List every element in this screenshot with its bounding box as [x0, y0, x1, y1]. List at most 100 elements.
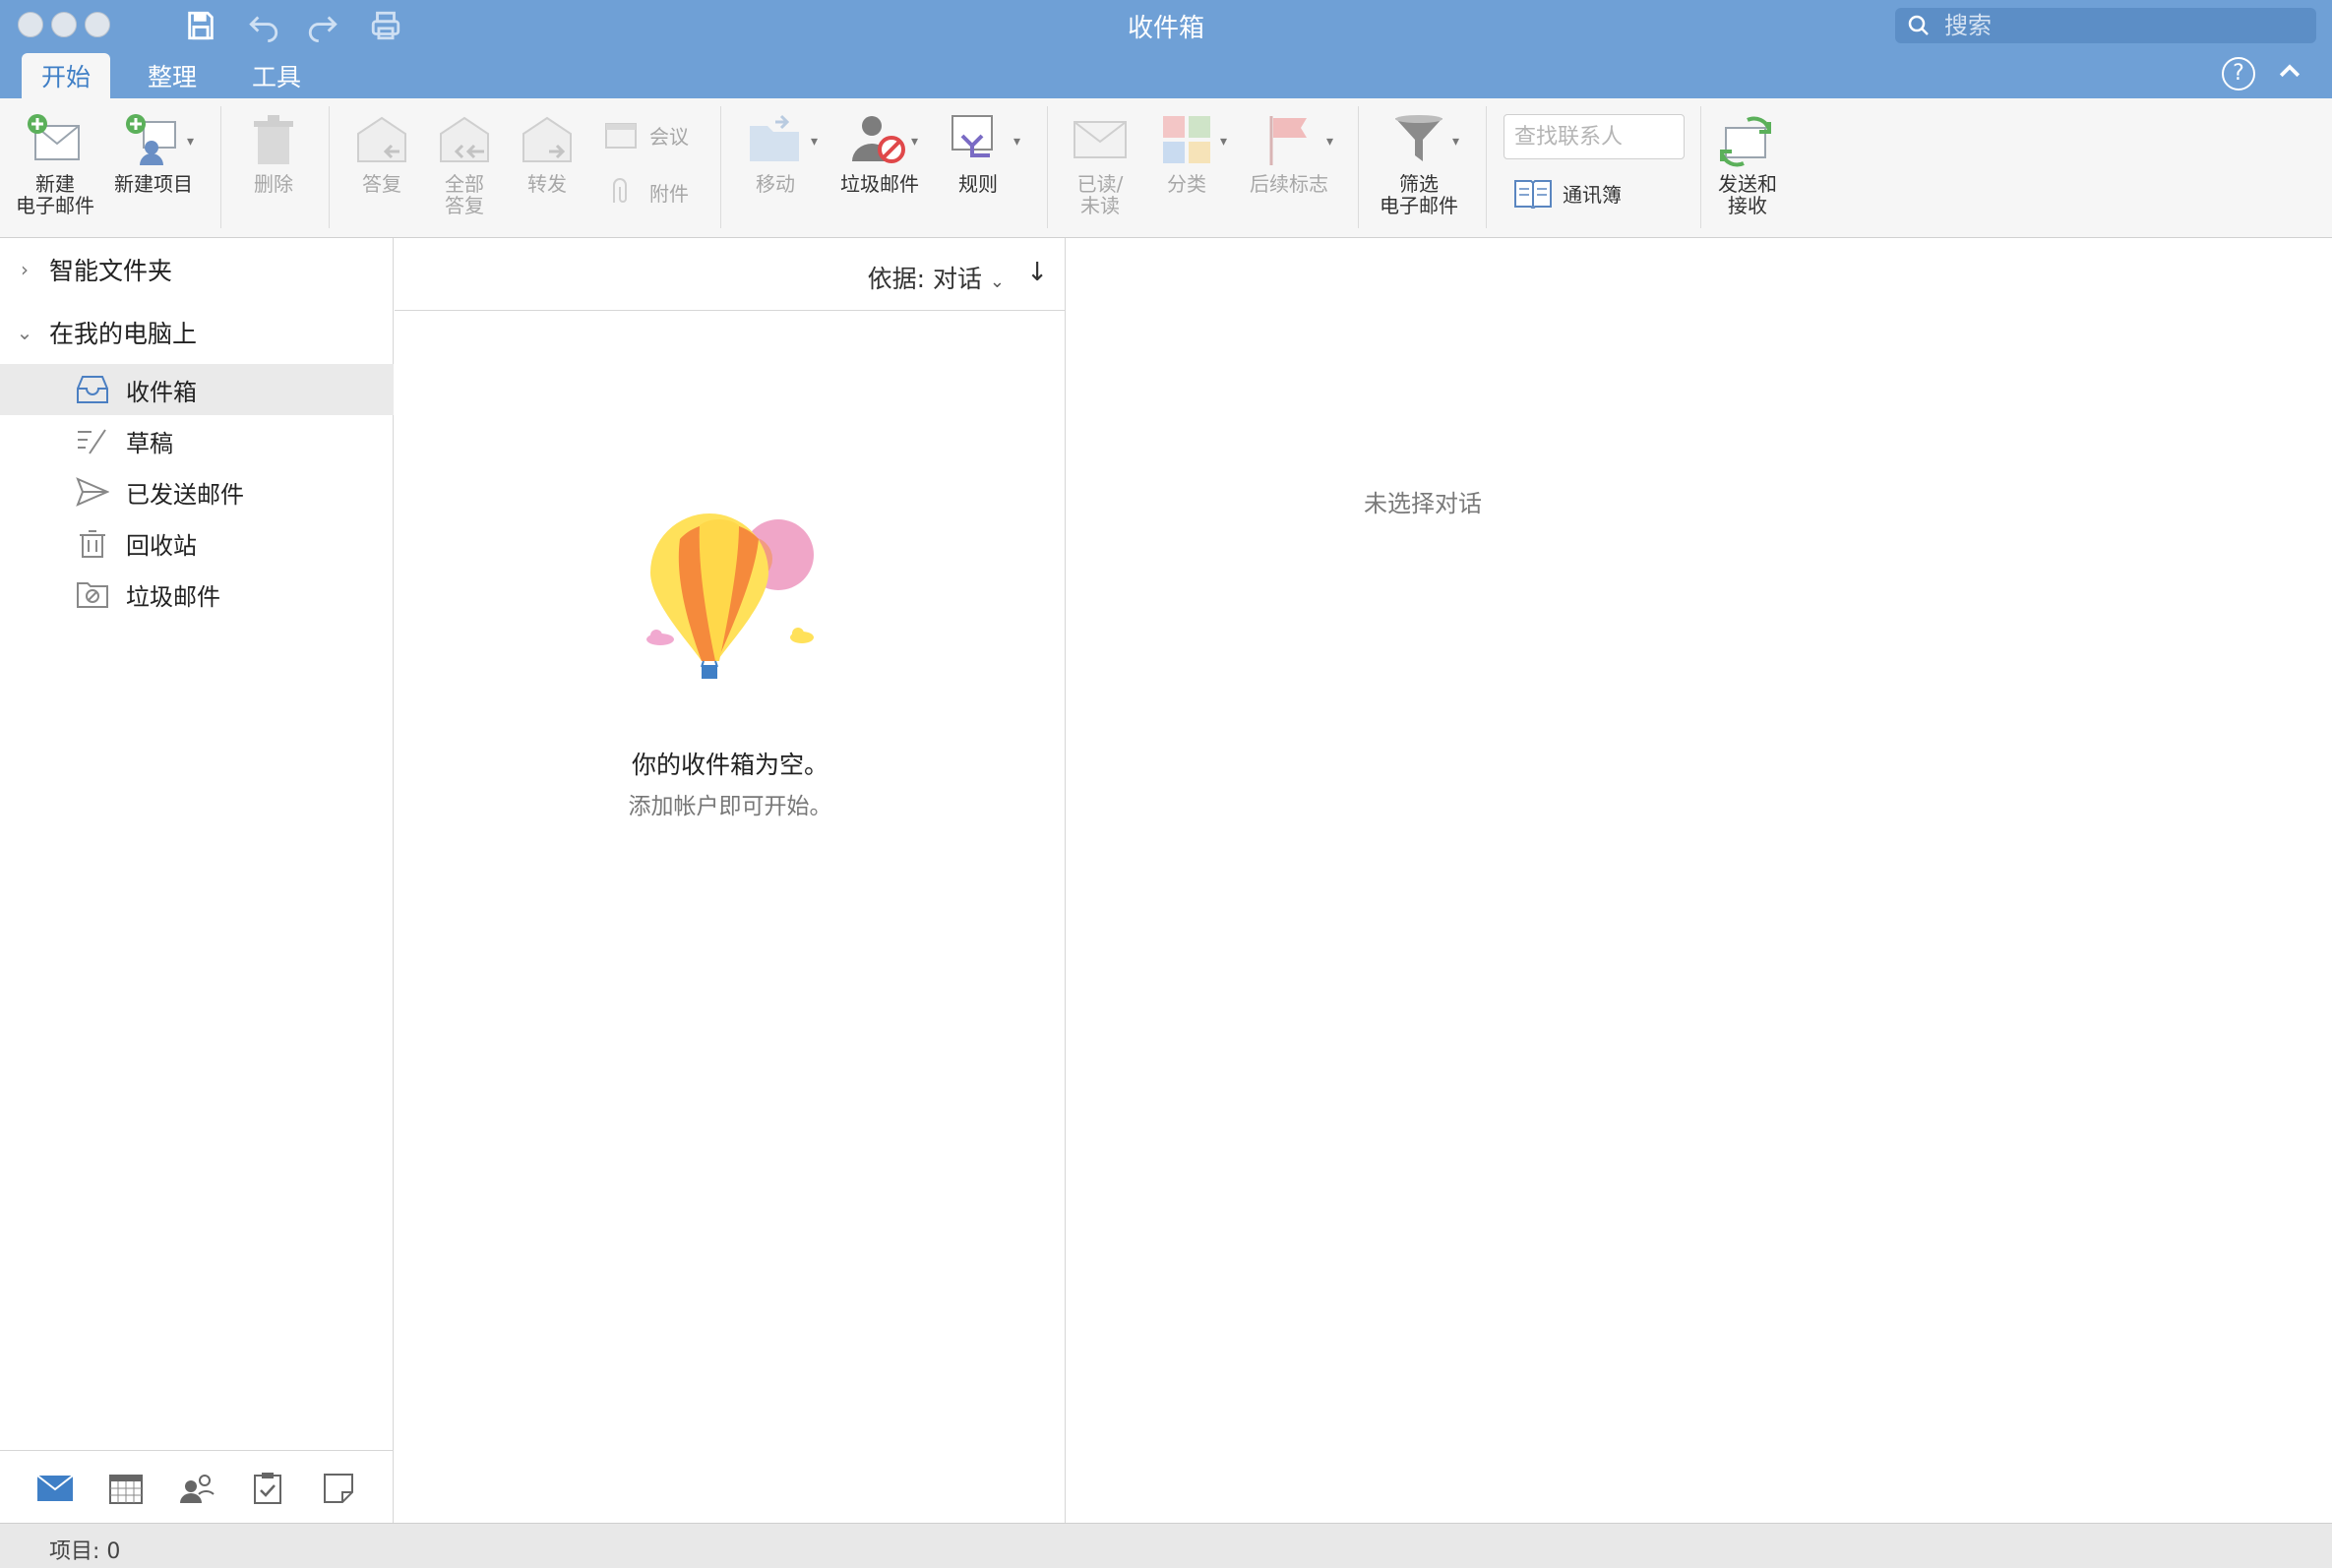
sort-bar: 依据: 对话 ⌄ ↓: [395, 238, 1066, 311]
junk-dropdown-icon[interactable]: ▾: [911, 134, 918, 150]
move-button[interactable]: 移动: [744, 108, 807, 195]
new-item-button[interactable]: 新建项目: [114, 108, 193, 195]
reply-button[interactable]: 答复: [350, 108, 413, 195]
junk-button[interactable]: 垃圾邮件: [840, 108, 919, 195]
reading-pane: 未选择对话: [1067, 238, 2332, 1523]
status-bar: 项目: 0: [0, 1523, 2332, 1568]
tab-organize[interactable]: 整理: [128, 53, 216, 98]
junk-folder-icon: [75, 576, 110, 612]
folder-label: 垃圾邮件: [126, 582, 220, 611]
help-icon[interactable]: ?: [2222, 57, 2255, 90]
mail-module-icon[interactable]: [35, 1469, 75, 1508]
tab-home[interactable]: 开始: [22, 53, 111, 98]
sort-by-dropdown[interactable]: 依据: 对话 ⌄: [868, 260, 1005, 295]
rules-label: 规则: [958, 172, 998, 196]
attachment-button[interactable]: 附件: [604, 177, 689, 207]
meeting-button[interactable]: 会议: [604, 120, 689, 150]
new-item-dropdown-icon[interactable]: ▾: [187, 134, 194, 150]
folder-label: 回收站: [126, 531, 197, 560]
delete-button[interactable]: 删除: [242, 108, 305, 195]
reply-all-icon: [433, 108, 496, 171]
send-receive-button[interactable]: 发送和 接收: [1716, 108, 1779, 216]
folder-sent[interactable]: 已发送邮件: [0, 466, 394, 517]
sort-direction-button[interactable]: ↓: [1026, 258, 1048, 287]
filter-icon: [1387, 108, 1450, 171]
ribbon-divider: [1358, 106, 1359, 228]
sent-icon: [75, 474, 110, 510]
new-email-button[interactable]: 新建 电子邮件: [16, 108, 94, 216]
categorize-label: 分类: [1167, 172, 1206, 196]
follow-up-button[interactable]: 后续标志: [1250, 108, 1328, 195]
trash-icon: [75, 525, 110, 561]
flag-icon: [1258, 108, 1320, 171]
meeting-label: 会议: [649, 124, 689, 149]
ribbon-divider: [720, 106, 721, 228]
empty-inbox-subtitle: 添加帐户即可开始。: [628, 794, 832, 819]
ribbon-divider: [329, 106, 330, 228]
folder-label: 收件箱: [126, 378, 197, 406]
ribbon-divider: [1700, 106, 1701, 228]
new-email-label: 新建 电子邮件: [16, 172, 94, 217]
reply-icon: [350, 108, 413, 171]
ribbon-divider: [1486, 106, 1487, 228]
ribbon-divider: [1047, 106, 1048, 228]
new-item-label: 新建项目: [114, 172, 193, 196]
folder-inbox[interactable]: 收件箱: [0, 364, 394, 415]
chevron-right-icon[interactable]: ›: [0, 258, 49, 281]
ribbon-toolbar: 新建 电子邮件 新建项目 ▾ 删除 答复 全部 答复 转发 会议 附件 移动 ▾…: [0, 98, 2332, 238]
filter-email-button[interactable]: 筛选 电子邮件: [1380, 108, 1458, 216]
send-receive-icon: [1716, 108, 1779, 171]
collapse-ribbon-icon[interactable]: [2275, 57, 2304, 87]
search-box[interactable]: [1895, 8, 2316, 43]
find-contact-box[interactable]: [1504, 114, 1685, 159]
forward-label: 转发: [527, 172, 567, 196]
folder-pane: › 智能文件夹 ⌄ 在我的电脑上 收件箱 草稿 已发送邮件 回收站 垃圾邮件: [0, 238, 394, 1450]
categorize-button[interactable]: 分类: [1155, 108, 1218, 195]
folder-trash[interactable]: 回收站: [0, 517, 394, 569]
people-module-icon[interactable]: [177, 1469, 216, 1508]
forward-button[interactable]: 转发: [516, 108, 579, 195]
draft-icon: [75, 423, 110, 458]
find-contact-input[interactable]: [1514, 124, 1672, 150]
reply-label: 答复: [362, 172, 401, 196]
empty-inbox-title: 你的收件箱为空。: [631, 751, 828, 779]
new-email-icon: [24, 108, 87, 171]
rules-button[interactable]: 规则: [947, 108, 1010, 195]
smart-folders-group[interactable]: › 智能文件夹: [0, 248, 394, 291]
outlook-window: 收件箱 开始 整理 工具 ? 新建 电子邮件 新建项目 ▾: [0, 0, 2332, 1568]
send-receive-label: 发送和 接收: [1718, 172, 1777, 217]
follow-up-label: 后续标志: [1250, 172, 1328, 196]
filter-email-label: 筛选 电子邮件: [1380, 172, 1458, 217]
folder-junk[interactable]: 垃圾邮件: [0, 569, 394, 620]
no-conversation-text: 未选择对话: [1364, 490, 1482, 517]
notes-module-icon[interactable]: [319, 1469, 358, 1508]
search-icon: [1908, 15, 1929, 35]
forward-icon: [516, 108, 579, 171]
on-my-computer-label: 在我的电脑上: [49, 320, 198, 348]
ribbon-divider: [220, 106, 221, 228]
move-dropdown-icon[interactable]: ▾: [811, 134, 818, 150]
module-switcher: [0, 1450, 394, 1523]
meeting-icon: [605, 123, 637, 149]
search-input[interactable]: [1944, 12, 2279, 39]
on-my-computer-group[interactable]: ⌄ 在我的电脑上: [0, 311, 394, 354]
address-book-button[interactable]: 通讯簿: [1513, 177, 1622, 209]
folder-label: 已发送邮件: [126, 480, 244, 509]
chevron-down-icon[interactable]: ⌄: [0, 321, 49, 344]
chevron-down-icon: ⌄: [989, 271, 1005, 292]
item-count: 项目: 0: [49, 1539, 121, 1564]
calendar-module-icon[interactable]: [106, 1469, 146, 1508]
rules-dropdown-icon[interactable]: ▾: [1013, 134, 1020, 150]
tasks-module-icon[interactable]: [248, 1469, 287, 1508]
folder-drafts[interactable]: 草稿: [0, 415, 394, 466]
new-item-icon: [122, 108, 185, 171]
filter-dropdown-icon[interactable]: ▾: [1452, 134, 1459, 150]
address-book-icon: [1514, 180, 1552, 209]
categorize-dropdown-icon[interactable]: ▾: [1220, 134, 1227, 150]
read-unread-button[interactable]: 已读/ 未读: [1069, 108, 1132, 216]
reply-all-button[interactable]: 全部 答复: [433, 108, 496, 216]
move-label: 移动: [756, 172, 795, 196]
follow-up-dropdown-icon[interactable]: ▾: [1326, 134, 1333, 150]
junk-icon: [848, 108, 911, 171]
tab-tools[interactable]: 工具: [232, 53, 321, 98]
